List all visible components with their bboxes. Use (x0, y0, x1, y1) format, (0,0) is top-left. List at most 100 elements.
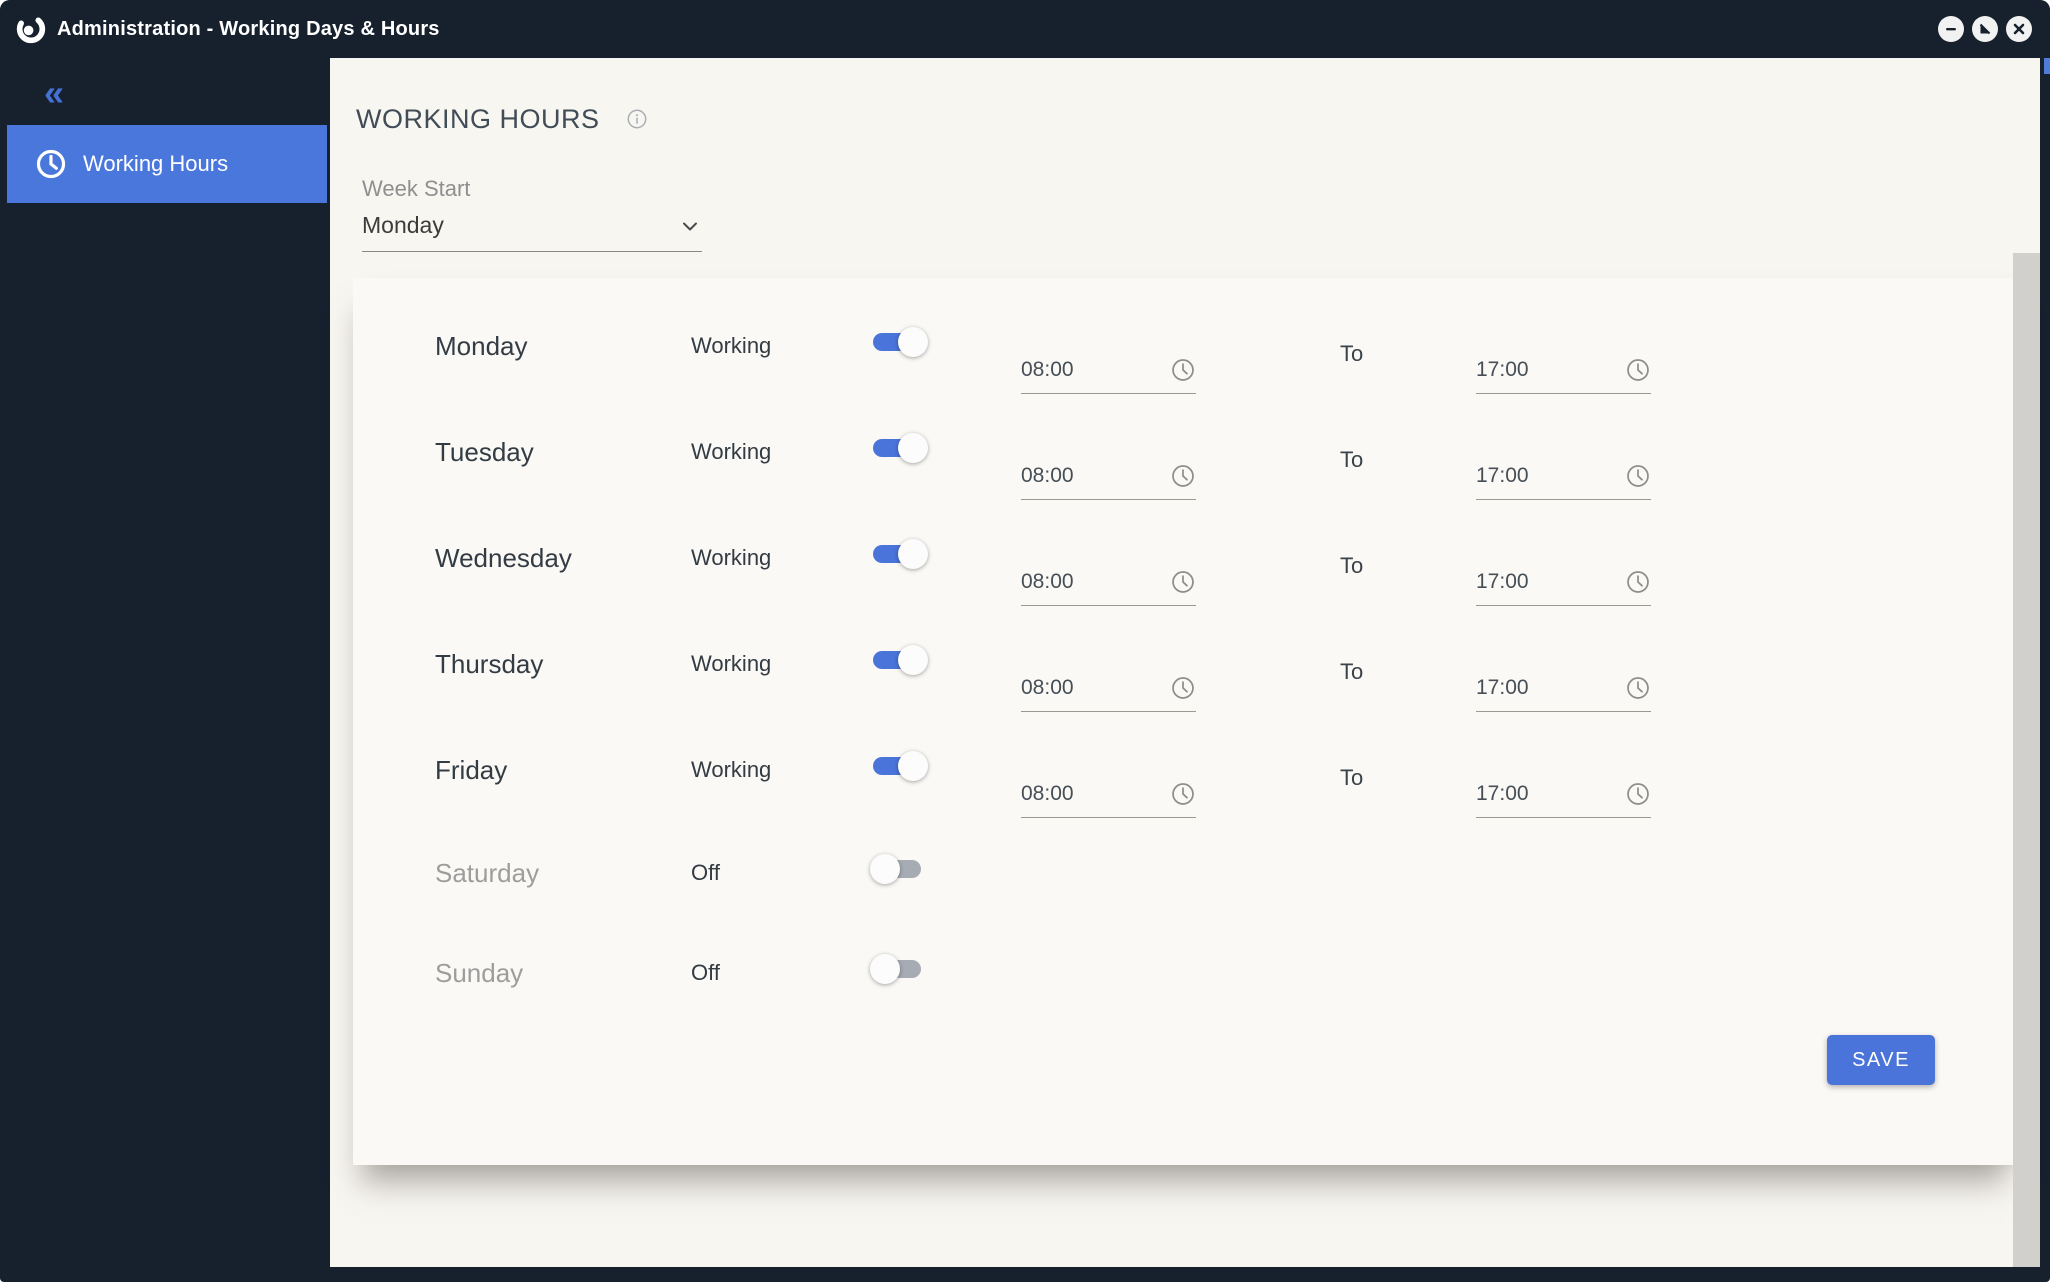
close-icon (2013, 23, 2025, 35)
time-to-field[interactable]: 17:00 (1476, 670, 1651, 712)
toggle-column (873, 433, 1021, 463)
day-name-label: Saturday (435, 857, 540, 888)
main-content: WORKING HOURS Week Start Monday Monday W… (330, 58, 2040, 1267)
week-start-label: Week Start (362, 176, 471, 201)
time-from-field[interactable]: 08:00 (1021, 564, 1196, 606)
day-row: Wednesday Working 08:00 To 17:00 (353, 505, 2013, 611)
titlebar: Administration - Working Days & Hours (0, 0, 2050, 58)
app-logo-icon (16, 14, 46, 44)
working-toggle[interactable] (873, 539, 929, 569)
day-row: Sunday Off (353, 923, 2013, 1023)
close-button[interactable] (2006, 16, 2032, 42)
working-status-label: Working (691, 545, 772, 570)
toggle-thumb (870, 954, 900, 984)
toggle-column (873, 645, 1021, 675)
clock-icon (1627, 464, 1649, 487)
time-to-field[interactable]: 17:00 (1476, 776, 1651, 818)
time-from-value: 08:00 (1021, 569, 1074, 593)
toggle-column (870, 854, 1021, 884)
clock-icon (1172, 464, 1194, 487)
window-title: Administration - Working Days & Hours (57, 17, 440, 40)
clock-icon (1627, 570, 1649, 593)
time-from-field[interactable]: 08:00 (1021, 670, 1196, 712)
minimize-button[interactable] (1938, 16, 1964, 42)
scrollbar-track[interactable] (2013, 253, 2040, 1267)
app-window: Administration - Working Days & Hours « … (0, 0, 2050, 1282)
clock-icon (1627, 782, 1649, 805)
heading-row: WORKING HOURS (356, 102, 2040, 136)
toggle-thumb (898, 645, 928, 675)
day-row: Tuesday Working 08:00 To 17:00 (353, 399, 2013, 505)
day-name-label: Tuesday (435, 436, 534, 467)
clock-icon (1172, 358, 1194, 381)
day-name-label: Thursday (435, 648, 544, 679)
to-label: To (1340, 553, 1364, 578)
day-name-label: Monday (435, 330, 528, 361)
toggle-thumb (898, 327, 928, 357)
working-toggle[interactable] (873, 751, 929, 781)
time-to-value: 17:00 (1476, 675, 1529, 699)
toggle-thumb (898, 539, 928, 569)
window-controls (1938, 16, 2032, 42)
toggle-thumb (898, 751, 928, 781)
day-name-label: Friday (435, 754, 508, 785)
time-to-field[interactable]: 17:00 (1476, 564, 1651, 606)
scrollbar-thumb[interactable] (2044, 58, 2050, 74)
toggle-thumb (870, 854, 900, 884)
working-status-label: Off (691, 860, 720, 885)
maximize-button[interactable] (1972, 16, 1998, 42)
sidebar-collapse-button[interactable]: « (44, 75, 84, 111)
time-from-field[interactable]: 08:00 (1021, 776, 1196, 818)
working-toggle[interactable] (873, 433, 929, 463)
time-from-value: 08:00 (1021, 675, 1074, 699)
clock-icon (1172, 676, 1194, 699)
time-to-value: 17:00 (1476, 569, 1529, 593)
sidebar: « Working Hours (0, 58, 330, 1267)
clock-icon (1172, 570, 1194, 593)
working-toggle[interactable] (870, 854, 929, 884)
clock-icon (36, 149, 66, 179)
to-label: To (1340, 447, 1364, 472)
to-label: To (1340, 341, 1364, 366)
working-toggle[interactable] (873, 327, 929, 357)
day-row: Monday Working 08:00 To 17:00 (353, 293, 2013, 399)
maximize-icon (1979, 23, 1991, 35)
working-toggle[interactable] (873, 645, 929, 675)
info-icon[interactable] (626, 108, 648, 130)
week-start-value: Monday (362, 212, 444, 238)
working-status-label: Working (691, 439, 772, 464)
page-title: WORKING HOURS (356, 103, 600, 134)
day-rows: Monday Working 08:00 To 17:00 Tuesday Wo… (353, 293, 2013, 1023)
time-from-value: 08:00 (1021, 357, 1074, 381)
working-status-label: Working (691, 757, 772, 782)
time-to-value: 17:00 (1476, 357, 1529, 381)
clock-icon (1627, 358, 1649, 381)
time-to-field[interactable]: 17:00 (1476, 352, 1651, 394)
week-start-select[interactable]: Monday (362, 212, 702, 252)
working-status-label: Working (691, 333, 772, 358)
day-row: Thursday Working 08:00 To 17:00 (353, 611, 2013, 717)
time-from-field[interactable]: 08:00 (1021, 458, 1196, 500)
day-name-label: Wednesday (435, 542, 572, 573)
day-row: Friday Working 08:00 To 17:00 (353, 717, 2013, 823)
clock-icon (1627, 676, 1649, 699)
working-status-label: Off (691, 960, 720, 985)
time-from-field[interactable]: 08:00 (1021, 352, 1196, 394)
time-from-value: 08:00 (1021, 781, 1074, 805)
toggle-column (873, 751, 1021, 781)
working-toggle[interactable] (870, 954, 929, 984)
clock-icon (1172, 782, 1194, 805)
working-status-label: Working (691, 651, 772, 676)
time-to-value: 17:00 (1476, 781, 1529, 805)
sidebar-item-working-hours[interactable]: Working Hours (7, 125, 327, 203)
save-button[interactable]: SAVE (1827, 1035, 1935, 1085)
toggle-thumb (898, 433, 928, 463)
toggle-column (873, 327, 1021, 357)
time-to-field[interactable]: 17:00 (1476, 458, 1651, 500)
toggle-column (873, 539, 1021, 569)
sidebar-item-label: Working Hours (83, 151, 229, 176)
window-body: « Working Hours WORKING HOURS Week Start… (0, 58, 2040, 1267)
day-name-label: Sunday (435, 957, 524, 988)
time-to-value: 17:00 (1476, 463, 1529, 487)
to-label: To (1340, 765, 1364, 790)
